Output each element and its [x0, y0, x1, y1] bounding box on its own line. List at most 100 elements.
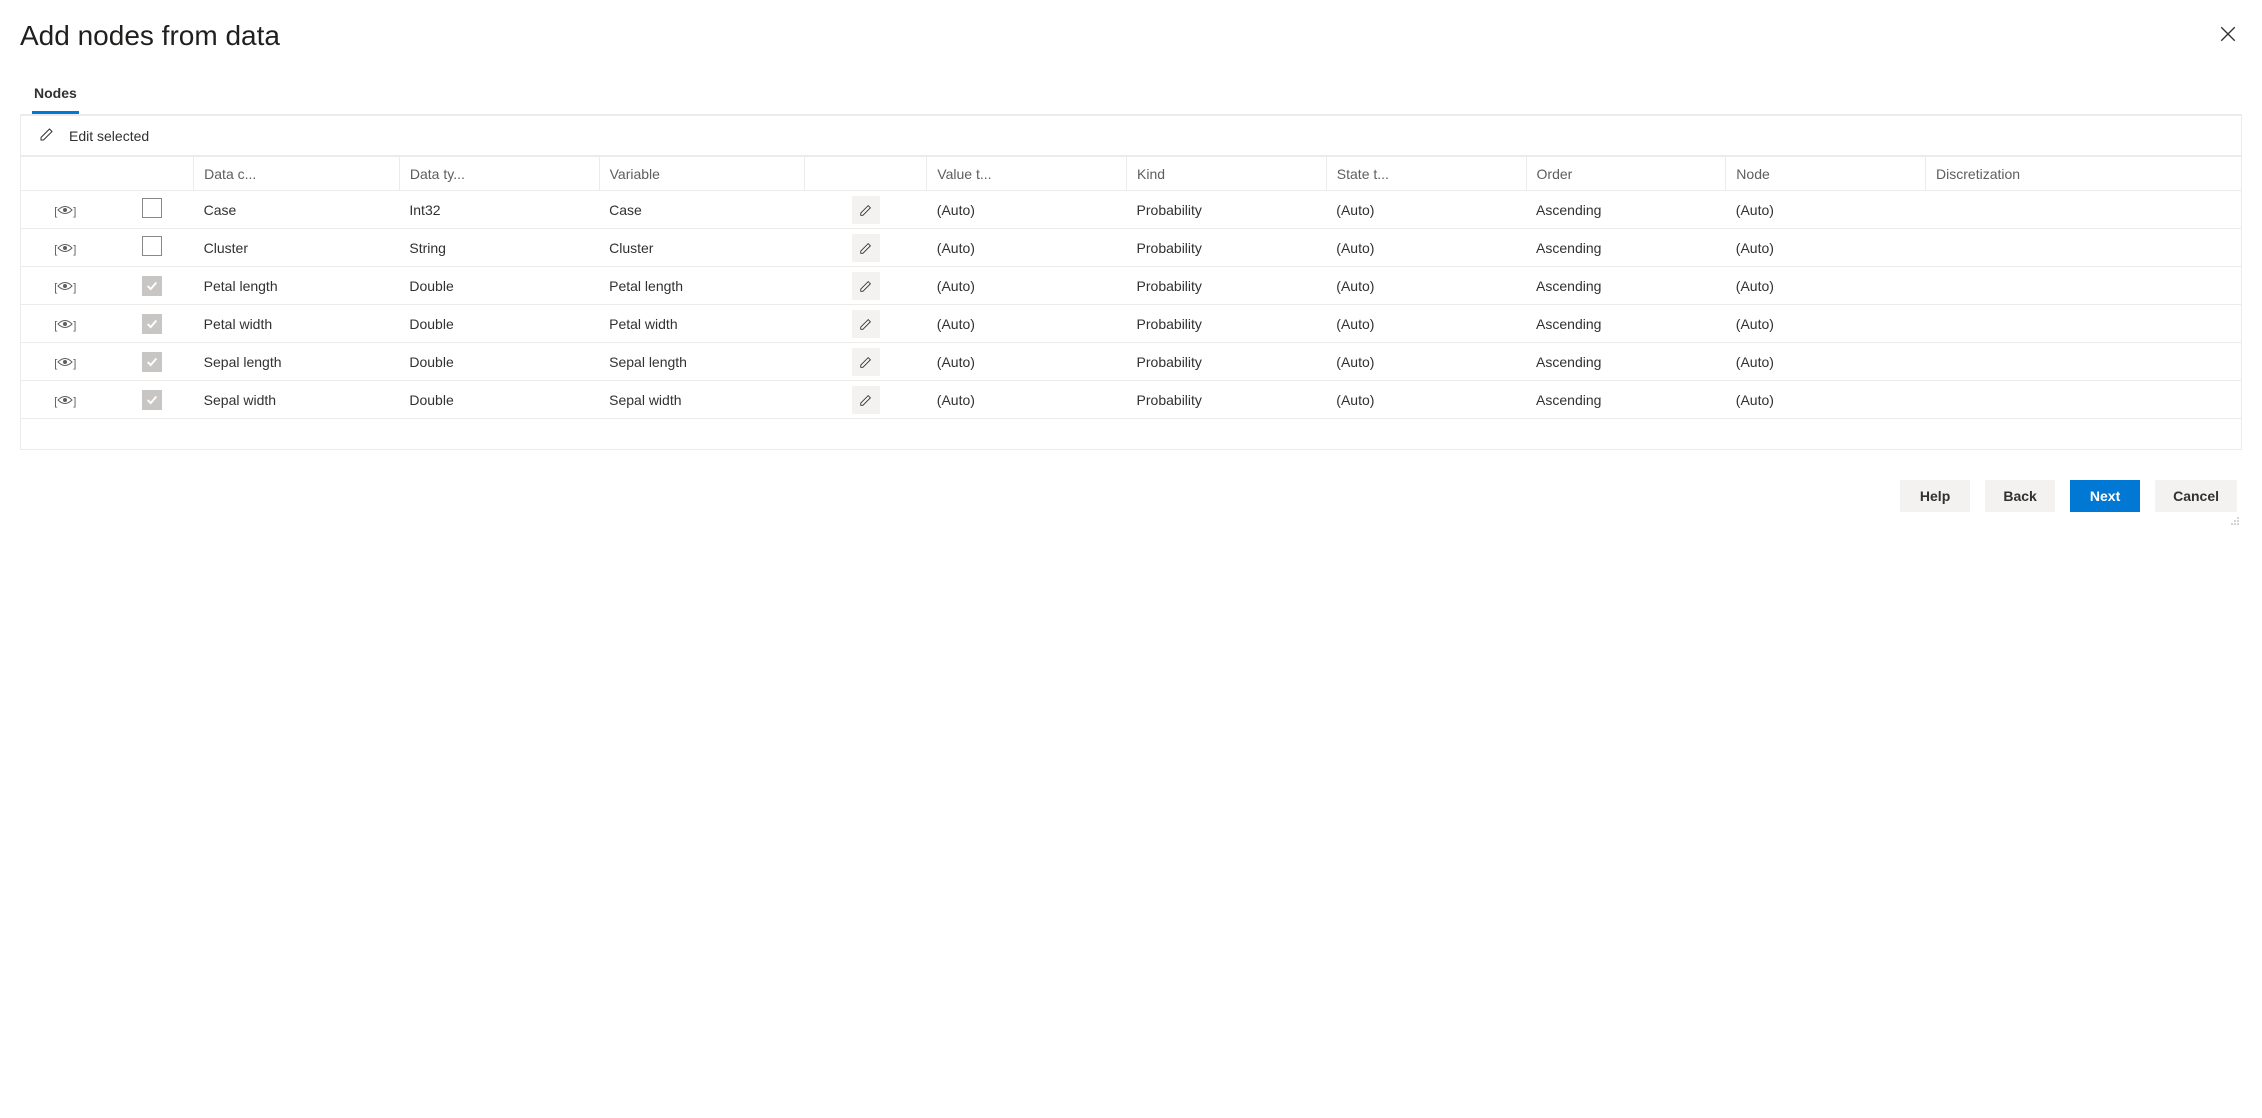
nodes-table: Data c... Data ty... Variable Value t...… — [21, 156, 2241, 449]
cell-kind: Probability — [1127, 305, 1327, 343]
cell-value-type: (Auto) — [927, 229, 1127, 267]
edit-row-button[interactable] — [852, 234, 880, 262]
cell-variable: Cluster — [599, 229, 805, 267]
cell-data-type: Int32 — [399, 191, 599, 229]
toolbar: Edit selected — [20, 115, 2242, 156]
table-row[interactable]: []ClusterStringCluster(Auto)Probability(… — [21, 229, 2241, 267]
close-icon[interactable] — [2214, 20, 2242, 52]
table-row[interactable]: []Petal widthDoublePetal width(Auto)Prob… — [21, 305, 2241, 343]
cell-data-column: Sepal width — [194, 381, 400, 419]
table-row[interactable]: []Petal lengthDoublePetal length(Auto)Pr… — [21, 267, 2241, 305]
col-value-type[interactable]: Value t... — [927, 157, 1127, 191]
col-kind[interactable]: Kind — [1127, 157, 1327, 191]
visibility-icon[interactable]: [] — [21, 305, 110, 343]
cell-value-type: (Auto) — [927, 191, 1127, 229]
row-checkbox[interactable] — [142, 390, 162, 410]
cell-data-type: Double — [399, 343, 599, 381]
cell-state-type: (Auto) — [1326, 267, 1526, 305]
cell-kind: Probability — [1127, 267, 1327, 305]
cell-value-type: (Auto) — [927, 343, 1127, 381]
cell-variable: Case — [599, 191, 805, 229]
edit-row-button[interactable] — [852, 272, 880, 300]
cell-state-type: (Auto) — [1326, 305, 1526, 343]
cell-data-column: Case — [194, 191, 400, 229]
cell-node: (Auto) — [1726, 305, 1926, 343]
cell-state-type: (Auto) — [1326, 229, 1526, 267]
dialog-title: Add nodes from data — [20, 20, 280, 52]
col-variable[interactable]: Variable — [599, 157, 805, 191]
cell-data-column: Petal length — [194, 267, 400, 305]
cancel-button[interactable]: Cancel — [2155, 480, 2237, 512]
cell-data-type: String — [399, 229, 599, 267]
cell-order: Ascending — [1526, 381, 1726, 419]
next-button[interactable]: Next — [2070, 480, 2140, 512]
row-checkbox[interactable] — [142, 236, 162, 256]
cell-discretization — [1926, 191, 2241, 229]
table-row[interactable]: []CaseInt32Case(Auto)Probability(Auto)As… — [21, 191, 2241, 229]
col-state-type[interactable]: State t... — [1326, 157, 1526, 191]
cell-variable: Sepal width — [599, 381, 805, 419]
cell-variable: Sepal length — [599, 343, 805, 381]
cell-kind: Probability — [1127, 381, 1327, 419]
cell-kind: Probability — [1127, 191, 1327, 229]
row-checkbox[interactable] — [142, 276, 162, 296]
cell-data-column: Sepal length — [194, 343, 400, 381]
col-data-column[interactable]: Data c... — [194, 157, 400, 191]
row-checkbox[interactable] — [142, 198, 162, 218]
tab-bar: Nodes — [20, 77, 2242, 115]
cell-data-column: Petal width — [194, 305, 400, 343]
cell-order: Ascending — [1526, 343, 1726, 381]
edit-row-button[interactable] — [852, 386, 880, 414]
col-order[interactable]: Order — [1526, 157, 1726, 191]
cell-node: (Auto) — [1726, 343, 1926, 381]
resize-grip-icon[interactable] — [20, 514, 2242, 526]
cell-state-type: (Auto) — [1326, 343, 1526, 381]
cell-data-column: Cluster — [194, 229, 400, 267]
visibility-icon[interactable]: [] — [21, 343, 110, 381]
visibility-icon[interactable]: [] — [21, 229, 110, 267]
visibility-icon[interactable]: [] — [21, 267, 110, 305]
edit-row-button[interactable] — [852, 348, 880, 376]
cell-data-type: Double — [399, 267, 599, 305]
edit-selected-button[interactable]: Edit selected — [69, 128, 149, 144]
dialog-footer: Help Back Next Cancel — [20, 480, 2242, 512]
cell-state-type: (Auto) — [1326, 191, 1526, 229]
cell-discretization — [1926, 343, 2241, 381]
tab-nodes[interactable]: Nodes — [32, 77, 79, 114]
cell-order: Ascending — [1526, 305, 1726, 343]
cell-node: (Auto) — [1726, 229, 1926, 267]
cell-data-type: Double — [399, 305, 599, 343]
cell-discretization — [1926, 229, 2241, 267]
col-discretization[interactable]: Discretization — [1926, 157, 2241, 191]
cell-value-type: (Auto) — [927, 305, 1127, 343]
table-row[interactable]: []Sepal lengthDoubleSepal length(Auto)Pr… — [21, 343, 2241, 381]
cell-order: Ascending — [1526, 229, 1726, 267]
back-button[interactable]: Back — [1985, 480, 2055, 512]
cell-discretization — [1926, 305, 2241, 343]
cell-variable: Petal width — [599, 305, 805, 343]
row-checkbox[interactable] — [142, 314, 162, 334]
cell-value-type: (Auto) — [927, 381, 1127, 419]
cell-order: Ascending — [1526, 191, 1726, 229]
cell-kind: Probability — [1127, 343, 1327, 381]
cell-data-type: Double — [399, 381, 599, 419]
col-data-type[interactable]: Data ty... — [399, 157, 599, 191]
pencil-icon — [39, 126, 55, 145]
edit-row-button[interactable] — [852, 196, 880, 224]
cell-node: (Auto) — [1726, 381, 1926, 419]
table-row[interactable]: []Sepal widthDoubleSepal width(Auto)Prob… — [21, 381, 2241, 419]
cell-order: Ascending — [1526, 267, 1726, 305]
cell-value-type: (Auto) — [927, 267, 1127, 305]
visibility-icon[interactable]: [] — [21, 381, 110, 419]
col-node[interactable]: Node — [1726, 157, 1926, 191]
row-checkbox[interactable] — [142, 352, 162, 372]
visibility-icon[interactable]: [] — [21, 191, 110, 229]
help-button[interactable]: Help — [1900, 480, 1970, 512]
cell-discretization — [1926, 381, 2241, 419]
edit-row-button[interactable] — [852, 310, 880, 338]
cell-variable: Petal length — [599, 267, 805, 305]
cell-state-type: (Auto) — [1326, 381, 1526, 419]
cell-node: (Auto) — [1726, 191, 1926, 229]
cell-kind: Probability — [1127, 229, 1327, 267]
cell-node: (Auto) — [1726, 267, 1926, 305]
